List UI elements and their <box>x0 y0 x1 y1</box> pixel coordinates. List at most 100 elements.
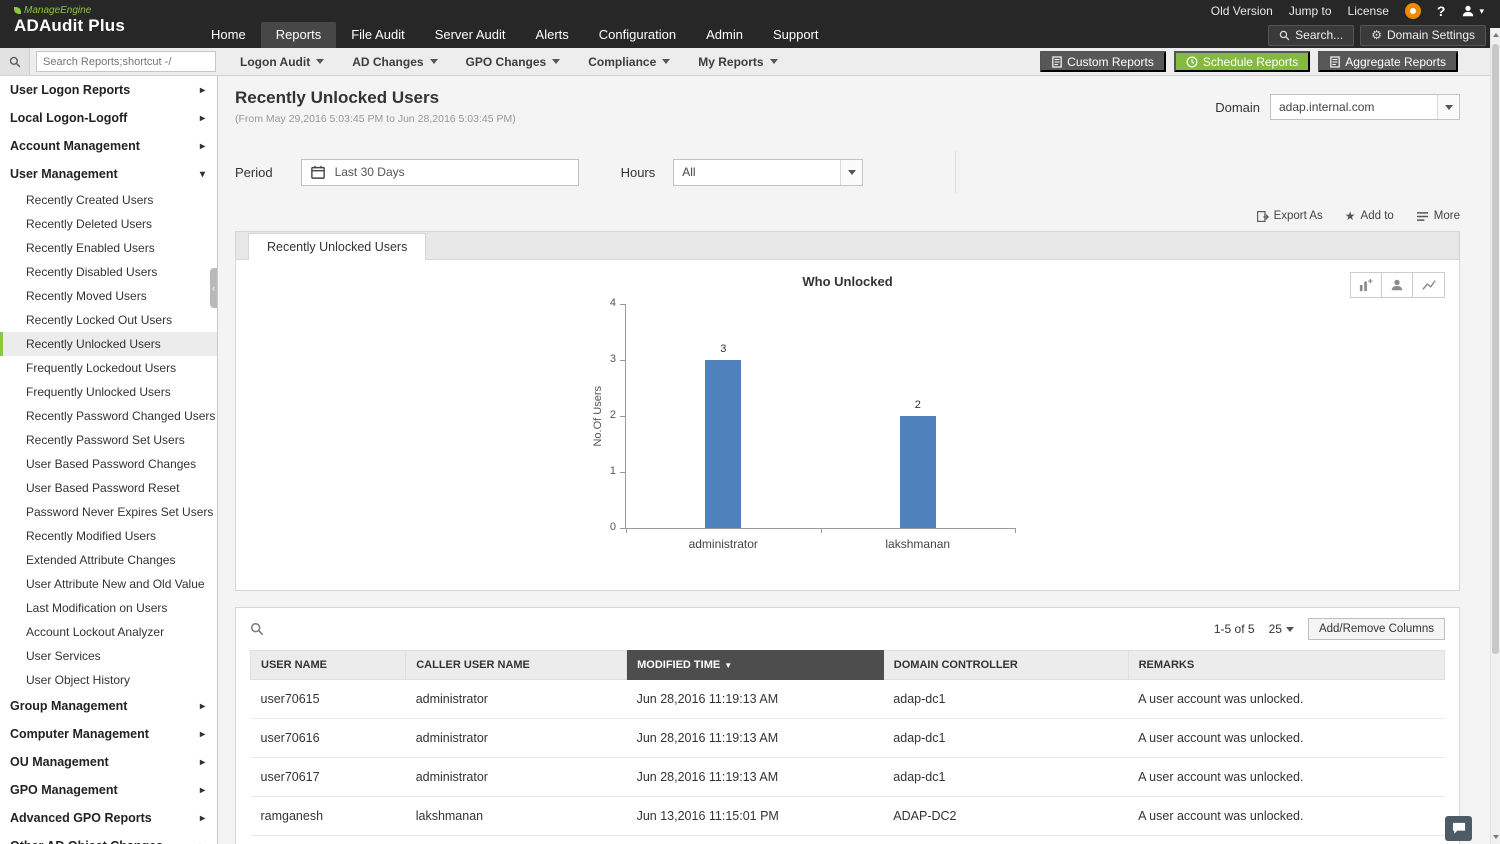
sidebar-subitem-recently-deleted-users[interactable]: Recently Deleted Users <box>0 212 217 236</box>
sidebar-item-gpo-management[interactable]: GPO Management▸ <box>0 776 217 804</box>
report-date-range: (From May 29,2016 5:03:45 PM to Jun 28,2… <box>235 113 516 125</box>
nav-item-admin[interactable]: Admin <box>691 22 758 48</box>
aggregate-reports-button[interactable]: Aggregate Reports <box>1318 51 1458 72</box>
tick-mark <box>620 472 626 473</box>
cell-remarks: A user account was unlocked. <box>1128 719 1444 758</box>
sidebar-subitem-user-attribute-new-and-old-value[interactable]: User Attribute New and Old Value <box>0 572 217 596</box>
scroll-down-button[interactable] <box>1491 830 1500 844</box>
chart-bar-administrator[interactable]: 3 <box>705 360 741 528</box>
utility-link-license[interactable]: License <box>1348 4 1389 18</box>
sidebar-item-user-management[interactable]: User Management▾ <box>0 160 217 188</box>
chart-user-view-button[interactable] <box>1382 273 1413 297</box>
sidebar-subitem-extended-attribute-changes[interactable]: Extended Attribute Changes <box>0 548 217 572</box>
sidebar-item-user-logon-reports[interactable]: User Logon Reports▸ <box>0 76 217 104</box>
add-to-link[interactable]: ★ Add to <box>1345 209 1394 223</box>
sidebar-item-advanced-gpo-reports[interactable]: Advanced GPO Reports▸ <box>0 804 217 832</box>
sidebar-subitem-user-services[interactable]: User Services <box>0 644 217 668</box>
nav-item-alerts[interactable]: Alerts <box>521 22 584 48</box>
sidebar-subitem-recently-moved-users[interactable]: Recently Moved Users <box>0 284 217 308</box>
sidebar-item-group-management[interactable]: Group Management▸ <box>0 692 217 720</box>
add-remove-columns-button[interactable]: Add/Remove Columns <box>1308 618 1445 640</box>
filter-divider <box>955 151 956 193</box>
chart-line-view-button[interactable] <box>1413 273 1444 297</box>
report-search-icon-button[interactable] <box>0 48 30 75</box>
utility-link-jump-to[interactable]: Jump to <box>1289 4 1332 18</box>
sidebar-subitem-recently-modified-users[interactable]: Recently Modified Users <box>0 524 217 548</box>
page-size-select[interactable]: 25 <box>1269 622 1294 636</box>
export-as-link[interactable]: Export As <box>1256 210 1323 223</box>
bar-value-label: 2 <box>900 399 936 411</box>
nav-item-home[interactable]: Home <box>196 22 261 48</box>
sidebar-subitem-recently-disabled-users[interactable]: Recently Disabled Users <box>0 260 217 284</box>
sidebar-subitem-recently-enabled-users[interactable]: Recently Enabled Users <box>0 236 217 260</box>
report-search-input[interactable] <box>36 51 216 72</box>
sidebar-subitem-recently-created-users[interactable]: Recently Created Users <box>0 188 217 212</box>
period-picker[interactable]: Last 30 Days <box>301 159 579 186</box>
nav-item-file-audit[interactable]: File Audit <box>336 22 419 48</box>
tick-label: 2 <box>600 409 616 421</box>
custom-reports-button[interactable]: Custom Reports <box>1040 51 1166 72</box>
chart-region: Who Unlocked No.Of Users 012343administr… <box>236 260 1459 590</box>
grid-body: user70615administratorJun 28,2016 11:19:… <box>251 680 1445 844</box>
sidebar-subitem-frequently-unlocked-users[interactable]: Frequently Unlocked Users <box>0 380 217 404</box>
sidebar-item-other-ad-object-changes[interactable]: Other AD Object Changes▸ <box>0 832 217 844</box>
utility-link-old-version[interactable]: Old Version <box>1211 4 1273 18</box>
sidebar-subitem-recently-password-changed-users[interactable]: Recently Password Changed Users <box>0 404 217 428</box>
column-header-user-name[interactable]: USER NAME <box>251 651 406 680</box>
sidebar-subitem-user-based-password-changes[interactable]: User Based Password Changes <box>0 452 217 476</box>
table-search-icon[interactable] <box>250 622 264 636</box>
sidebar-subitem-recently-password-set-users[interactable]: Recently Password Set Users <box>0 428 217 452</box>
cell-remarks: A user account was unlocked. <box>1128 836 1444 844</box>
domain-settings-button[interactable]: ⚙ Domain Settings <box>1360 25 1486 46</box>
sidebar-subitem-last-modification-on-users[interactable]: Last Modification on Users <box>0 596 217 620</box>
menu-ad-changes[interactable]: AD Changes <box>338 48 451 76</box>
sidebar-subitem-user-object-history[interactable]: User Object History <box>0 668 217 692</box>
sidebar-subitem-frequently-lockedout-users[interactable]: Frequently Lockedout Users <box>0 356 217 380</box>
page-title: Recently Unlocked Users <box>235 88 516 108</box>
nav-item-configuration[interactable]: Configuration <box>584 22 691 48</box>
sidebar-item-label: Computer Management <box>10 727 149 741</box>
top-header-main: Old VersionJump toLicense?▾ . HomeReport… <box>196 0 1500 48</box>
chart-bar-lakshmanan[interactable]: 2 <box>900 416 936 528</box>
sidebar-subitem-account-lockout-analyzer[interactable]: Account Lockout Analyzer <box>0 620 217 644</box>
sidebar-item-local-logon-logoff[interactable]: Local Logon-Logoff▸ <box>0 104 217 132</box>
sidebar-item-account-management[interactable]: Account Management▸ <box>0 132 217 160</box>
sidebar-subitem-recently-locked-out-users[interactable]: Recently Locked Out Users <box>0 308 217 332</box>
column-header-modified-time[interactable]: MODIFIED TIME▼ <box>627 651 884 680</box>
sidebar-item-computer-management[interactable]: Computer Management▸ <box>0 720 217 748</box>
brand-company-label: ManageEngine <box>24 5 91 16</box>
column-header-remarks[interactable]: REMARKS <box>1128 651 1444 680</box>
vertical-scrollbar[interactable] <box>1490 28 1500 844</box>
column-header-domain-controller[interactable]: DOMAIN CONTROLLER <box>883 651 1128 680</box>
scroll-thumb[interactable] <box>1492 44 1499 654</box>
chart-type-button[interactable] <box>1351 273 1382 297</box>
menu-gpo-changes[interactable]: GPO Changes <box>452 48 575 76</box>
nav-item-reports[interactable]: Reports <box>261 22 337 48</box>
sidebar-item-ou-management[interactable]: OU Management▸ <box>0 748 217 776</box>
sidebar-subitem-password-never-expires-set-users[interactable]: Password Never Expires Set Users <box>0 500 217 524</box>
sidebar-subitem-recently-unlocked-users[interactable]: Recently Unlocked Users <box>0 332 217 356</box>
header-search-button[interactable]: Search... <box>1268 25 1354 46</box>
nav-item-support[interactable]: Support <box>758 22 834 48</box>
sidebar-subitem-user-based-password-reset[interactable]: User Based Password Reset <box>0 476 217 500</box>
sidebar-collapse-handle[interactable]: ‹ <box>210 268 217 308</box>
column-header-caller-user-name[interactable]: CALLER USER NAME <box>406 651 627 680</box>
sort-desc-icon: ▼ <box>724 661 732 670</box>
scroll-up-button[interactable] <box>1491 28 1500 42</box>
menu-logon-audit[interactable]: Logon Audit <box>226 48 338 76</box>
hours-select[interactable]: All <box>673 159 863 186</box>
menu-compliance[interactable]: Compliance <box>574 48 684 76</box>
tab-recently-unlocked-users[interactable]: Recently Unlocked Users <box>248 233 426 260</box>
schedule-reports-button[interactable]: Schedule Reports <box>1174 51 1310 72</box>
report-page-icon <box>1052 56 1062 68</box>
chevron-right-icon: ▸ <box>200 813 205 824</box>
notification-icon[interactable] <box>1405 3 1421 19</box>
help-icon[interactable]: ? <box>1437 3 1446 19</box>
domain-select[interactable]: adap.internal.com <box>1270 94 1460 120</box>
feedback-chat-button[interactable] <box>1445 816 1472 841</box>
menu-my-reports[interactable]: My Reports <box>684 48 791 76</box>
report-page-icon <box>1330 56 1340 68</box>
nav-item-server-audit[interactable]: Server Audit <box>420 22 521 48</box>
brand-company: ManageEngine <box>14 5 196 16</box>
more-link[interactable]: More <box>1416 210 1460 222</box>
